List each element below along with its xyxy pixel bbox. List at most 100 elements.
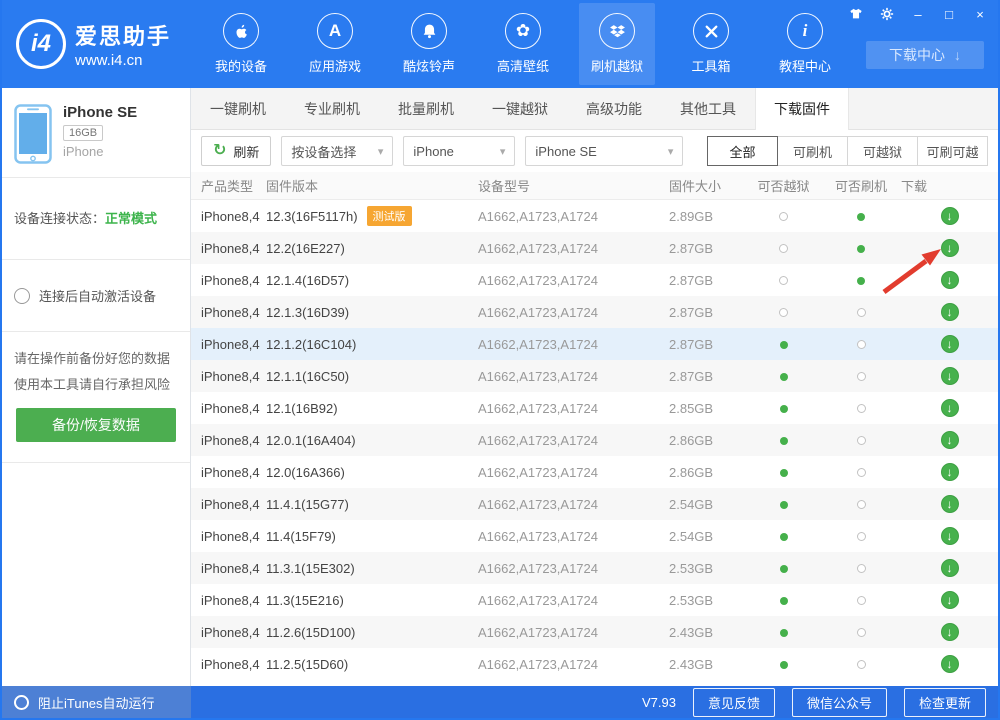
filter-bar: ↻ 刷新 按设备选择 ▾ iPhone ▾ iPhone SE ▾ 全部可刷机可… [191,130,998,172]
table-row[interactable]: iPhone8,4 12.1.4(16D57) A1662,A1723,A172… [191,264,998,296]
cell-model: A1662,A1723,A1724 [478,593,669,608]
flashable-dot-icon [857,436,866,445]
tab-5[interactable]: 其他工具 [661,88,755,129]
radio-icon[interactable] [14,288,30,304]
download-button[interactable]: ↓ [941,335,959,353]
table-row[interactable]: iPhone8,4 12.1(16B92) A1662,A1723,A1724 … [191,392,998,424]
flower-icon: ✿ [505,13,541,49]
minimize-icon[interactable]: – [910,7,926,23]
apple-icon [223,13,259,49]
download-button[interactable]: ↓ [941,431,959,449]
download-button[interactable]: ↓ [941,271,959,289]
nav-item-5[interactable]: 工具箱 [673,3,749,85]
tab-2[interactable]: 批量刷机 [379,88,473,129]
check-update-button[interactable]: 检查更新 [904,688,986,717]
cell-version: 12.1.4(16D57) [266,273,478,288]
segment-filter-button[interactable]: 可越狱 [847,136,918,166]
segment-filter-button[interactable]: 可刷可越 [917,136,988,166]
download-button[interactable]: ↓ [941,239,959,257]
table-row[interactable]: iPhone8,4 12.0.1(16A404) A1662,A1723,A17… [191,424,998,456]
nav-item-2[interactable]: 酷炫铃声 [391,3,467,85]
settings-gear-icon[interactable] [879,7,895,23]
table-row[interactable]: iPhone8,4 12.1.3(16D39) A1662,A1723,A172… [191,296,998,328]
download-button[interactable]: ↓ [941,527,959,545]
tab-4[interactable]: 高级功能 [567,88,661,129]
tab-0[interactable]: 一键刷机 [191,88,285,129]
auto-activate-toggle[interactable]: 连接后自动激活设备 [2,260,190,332]
col-flashable: 可否刷机 [821,176,901,195]
cell-size: 2.89GB [669,209,746,224]
wechat-account-button[interactable]: 微信公众号 [792,688,887,717]
block-itunes-toggle[interactable]: 阻止iTunes自动运行 [2,686,191,718]
table-row[interactable]: iPhone8,4 11.4.1(15G77) A1662,A1723,A172… [191,488,998,520]
download-arrow-icon: ↓ [947,657,953,671]
jailbreak-dot-icon [780,405,788,413]
cell-size: 2.86GB [669,433,746,448]
segment-filter-button[interactable]: 可刷机 [777,136,848,166]
theme-icon[interactable] [848,7,864,23]
cell-flashable [821,401,901,416]
segment-filter-button[interactable]: 全部 [707,136,778,166]
table-row[interactable]: iPhone8,4 11.2.6(15D100) A1662,A1723,A17… [191,616,998,648]
refresh-button[interactable]: ↻ 刷新 [201,136,271,166]
cell-model: A1662,A1723,A1724 [478,465,669,480]
close-icon[interactable]: × [972,7,988,23]
maximize-icon[interactable]: □ [941,7,957,23]
cell-jailbreak [746,561,821,576]
table-row[interactable]: iPhone8,4 12.3(16F5117h) 测试版 A1662,A1723… [191,200,998,232]
backup-restore-button[interactable]: 备份/恢复数据 [16,408,176,442]
download-button[interactable]: ↓ [941,623,959,641]
table-row[interactable]: iPhone8,4 12.1.1(16C50) A1662,A1723,A172… [191,360,998,392]
device-select-dropdown[interactable]: 按设备选择 ▾ [281,136,393,166]
iphone-icon [14,104,52,164]
download-button[interactable]: ↓ [941,463,959,481]
device-model-dropdown[interactable]: iPhone SE ▾ [525,136,683,166]
nav-item-4[interactable]: 刷机越狱 [579,3,655,85]
cell-jailbreak [746,337,821,352]
table-row[interactable]: iPhone8,4 11.4(15F79) A1662,A1723,A1724 … [191,520,998,552]
nav-item-6[interactable]: i 教程中心 [767,3,843,85]
download-button[interactable]: ↓ [941,559,959,577]
download-button[interactable]: ↓ [941,303,959,321]
cell-model: A1662,A1723,A1724 [478,497,669,512]
download-arrow-icon: ↓ [947,401,953,415]
download-button[interactable]: ↓ [941,655,959,673]
table-row[interactable]: iPhone8,4 11.2.5(15D60) A1662,A1723,A172… [191,648,998,680]
flashable-dot-icon [857,596,866,605]
cell-download: ↓ [901,591,998,609]
cell-flashable [821,369,901,384]
table-row[interactable]: iPhone8,4 11.3.1(15E302) A1662,A1723,A17… [191,552,998,584]
table-body: iPhone8,4 12.3(16F5117h) 测试版 A1662,A1723… [191,200,998,686]
tab-6[interactable]: 下载固件 [755,88,849,130]
cell-model: A1662,A1723,A1724 [478,657,669,672]
box-icon [599,13,635,49]
download-button[interactable]: ↓ [941,495,959,513]
cell-jailbreak [746,497,821,512]
download-button[interactable]: ↓ [941,367,959,385]
col-size: 固件大小 [669,176,746,195]
table-row[interactable]: iPhone8,4 12.0(16A366) A1662,A1723,A1724… [191,456,998,488]
tab-1[interactable]: 专业刷机 [285,88,379,129]
tab-3[interactable]: 一键越狱 [473,88,567,129]
table-row[interactable]: iPhone8,4 12.2(16E227) A1662,A1723,A1724… [191,232,998,264]
nav-item-0[interactable]: 我的设备 [203,3,279,85]
cell-size: 2.54GB [669,497,746,512]
jailbreak-dot-icon [780,565,788,573]
download-button[interactable]: ↓ [941,207,959,225]
table-row[interactable]: iPhone8,4 12.1.2(16C104) A1662,A1723,A17… [191,328,998,360]
cell-jailbreak [746,273,821,288]
download-button[interactable]: ↓ [941,591,959,609]
tab-bar: 一键刷机专业刷机批量刷机一键越狱高级功能其他工具下载固件 [191,88,998,130]
download-center-button[interactable]: 下载中心 ↓ [866,41,984,69]
radio-icon[interactable] [14,695,29,710]
feedback-button[interactable]: 意见反馈 [693,688,775,717]
cell-download: ↓ [901,303,998,321]
device-name: iPhone SE [63,104,137,121]
cell-size: 2.85GB [669,401,746,416]
table-row[interactable]: iPhone8,4 11.3(15E216) A1662,A1723,A1724… [191,584,998,616]
device-family-dropdown[interactable]: iPhone ▾ [403,136,515,166]
nav-item-1[interactable]: A 应用游戏 [297,3,373,85]
connection-status: 设备连接状态：正常模式 [2,178,190,260]
download-button[interactable]: ↓ [941,399,959,417]
nav-item-3[interactable]: ✿ 高清壁纸 [485,3,561,85]
